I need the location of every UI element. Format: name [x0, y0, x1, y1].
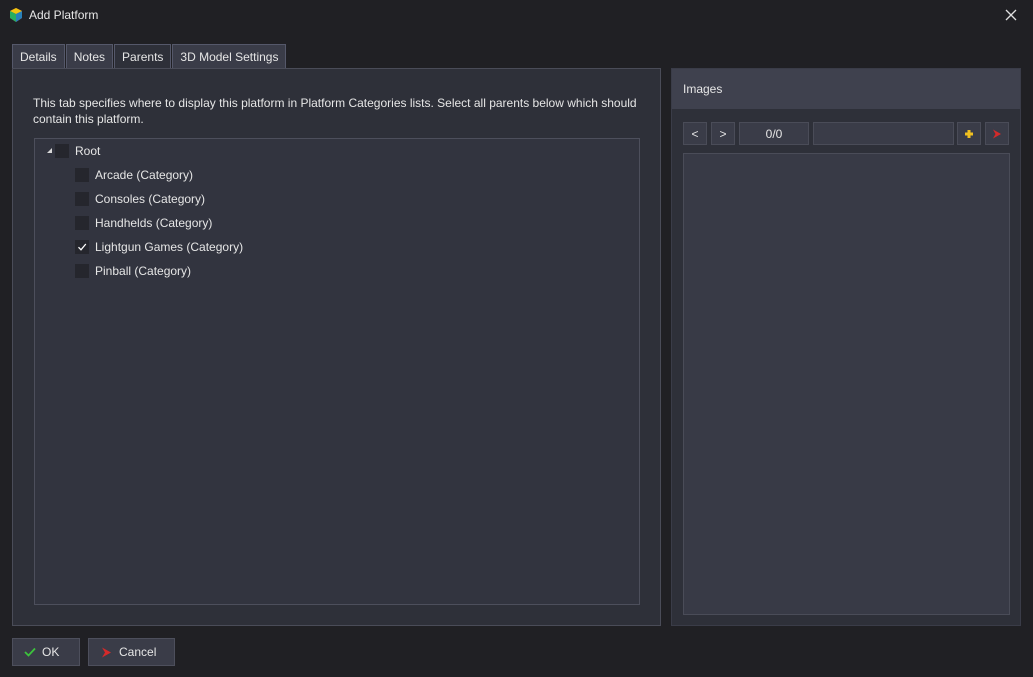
tab-notes[interactable]: Notes	[65, 44, 114, 69]
tab-3d-model-settings[interactable]: 3D Model Settings	[172, 44, 287, 69]
root-checkbox[interactable]	[55, 144, 69, 158]
arcade-checkbox[interactable]	[75, 168, 89, 182]
tree-row-pinball: Pinball (Category)	[75, 260, 191, 282]
remove-flag-icon	[993, 129, 1001, 138]
add-image-button[interactable]	[957, 122, 981, 145]
image-counter: 0/0	[739, 122, 809, 145]
pinball-label[interactable]: Pinball (Category)	[95, 264, 191, 278]
image-preview-area[interactable]	[683, 153, 1010, 615]
app-logo-icon	[10, 8, 22, 22]
consoles-label[interactable]: Consoles (Category)	[95, 192, 205, 206]
handhelds-checkbox[interactable]	[75, 216, 89, 230]
tree-row-lightgun-games: Lightgun Games (Category)	[75, 236, 243, 258]
tab-parents[interactable]: Parents	[114, 44, 172, 70]
tree-row-handhelds: Handhelds (Category)	[75, 212, 212, 234]
ok-button[interactable]: OK	[12, 638, 80, 666]
lightgun-games-checkbox[interactable]	[75, 240, 89, 254]
previous-image-button[interactable]: <	[683, 122, 707, 145]
cancel-button[interactable]: Cancel	[88, 638, 175, 666]
close-button[interactable]	[1000, 4, 1022, 26]
parents-description: This tab specifies where to display this…	[33, 96, 637, 126]
image-name-field[interactable]	[813, 122, 954, 145]
handhelds-label[interactable]: Handhelds (Category)	[95, 216, 212, 230]
parents-tree[interactable]: Root Arcade (Category) Consoles (Categor…	[34, 138, 640, 605]
tab-strip: Details Notes Parents 3D Model Settings	[12, 44, 287, 70]
close-icon	[1005, 9, 1017, 21]
window-title: Add Platform	[29, 8, 99, 22]
tab-details[interactable]: Details	[12, 44, 65, 69]
root-label[interactable]: Root	[75, 144, 100, 158]
parents-panel: This tab specifies where to display this…	[12, 68, 661, 626]
tree-row-root: Root	[45, 140, 100, 162]
consoles-checkbox[interactable]	[75, 192, 89, 206]
cancel-flag-icon	[102, 647, 111, 657]
title-bar: Add Platform	[0, 0, 1033, 30]
images-header: Images	[672, 69, 1020, 109]
tree-row-consoles: Consoles (Category)	[75, 188, 205, 210]
tree-row-arcade: Arcade (Category)	[75, 164, 193, 186]
add-platform-dialog: Add Platform Details Notes Parents 3D Mo…	[0, 0, 1033, 677]
images-title: Images	[683, 82, 723, 96]
next-image-button[interactable]: >	[711, 122, 735, 145]
ok-label: OK	[42, 645, 60, 659]
images-panel: Images < > 0/0	[671, 68, 1021, 626]
lightgun-games-label[interactable]: Lightgun Games (Category)	[95, 240, 243, 254]
checkmark-icon	[78, 243, 87, 251]
remove-image-button[interactable]	[985, 122, 1009, 145]
add-plus-icon	[965, 129, 973, 138]
arcade-label[interactable]: Arcade (Category)	[95, 168, 193, 182]
ok-checkmark-icon	[24, 647, 36, 657]
pinball-checkbox[interactable]	[75, 264, 89, 278]
cancel-label: Cancel	[119, 645, 157, 659]
expand-triangle-icon[interactable]	[45, 146, 55, 156]
